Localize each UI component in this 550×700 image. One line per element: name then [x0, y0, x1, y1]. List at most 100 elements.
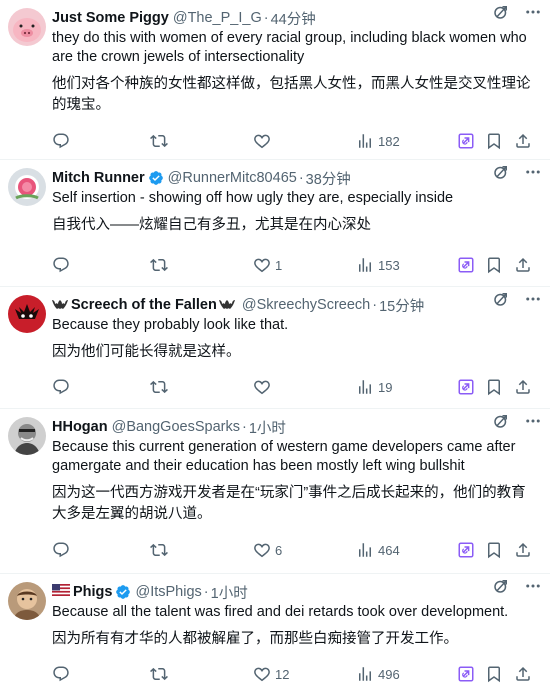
grok-button[interactable]: [457, 256, 475, 274]
like-button[interactable]: 1: [253, 256, 282, 274]
grok-analyze-icon[interactable]: [492, 163, 510, 181]
share-button[interactable]: [514, 256, 532, 274]
display-name[interactable]: Just Some Piggy: [52, 10, 169, 26]
bat-icon: [218, 297, 235, 313]
timestamp[interactable]: 15分钟: [379, 295, 424, 316]
retweet-button[interactable]: [150, 665, 168, 683]
share-button[interactable]: [514, 132, 532, 150]
like-icon: [253, 256, 271, 274]
like-button[interactable]: [253, 132, 275, 150]
verified-icon: [148, 170, 164, 186]
reply-tweet[interactable]: Just Some Piggy @The_P_I_G · 44分钟 they d…: [0, 0, 550, 160]
avatar[interactable]: [8, 582, 46, 620]
like-button[interactable]: 6: [253, 541, 282, 559]
bookmark-button[interactable]: [485, 132, 503, 150]
view-count: 496: [378, 666, 400, 682]
like-icon: [253, 132, 271, 150]
like-button[interactable]: [253, 378, 275, 396]
more-icon[interactable]: [524, 290, 542, 308]
bookmark-icon: [485, 132, 503, 150]
reply-button[interactable]: [52, 378, 70, 396]
display-name[interactable]: HHogan: [52, 419, 108, 435]
like-icon: [253, 541, 271, 559]
share-icon: [514, 256, 532, 274]
grok-analyze-icon[interactable]: [492, 412, 510, 430]
grok-icon: [457, 378, 475, 396]
grok-button[interactable]: [457, 541, 475, 559]
user-handle[interactable]: @RunnerMitc80465: [168, 170, 297, 186]
bookmark-button[interactable]: [485, 665, 503, 683]
avatar[interactable]: [8, 417, 46, 455]
separator-dot: ·: [203, 584, 209, 600]
avatar[interactable]: [8, 8, 46, 46]
share-button[interactable]: [514, 541, 532, 559]
separator-dot: ·: [372, 297, 378, 313]
retweet-button[interactable]: [150, 132, 168, 150]
user-handle[interactable]: @ItsPhigs: [135, 584, 201, 600]
bookmark-button[interactable]: [485, 378, 503, 396]
reply-tweet[interactable]: HHogan @BangGoesSparks · 1小时 Because thi…: [0, 409, 550, 574]
retweet-button[interactable]: [150, 378, 168, 396]
reply-tweet[interactable]: Mitch Runner @RunnerMitc80465 · 38分钟 Sel…: [0, 160, 550, 287]
bookmark-icon: [485, 541, 503, 559]
user-handle[interactable]: @BangGoesSparks: [112, 419, 240, 435]
timestamp[interactable]: 1小时: [249, 417, 286, 438]
grok-icon: [457, 132, 475, 150]
reply-button[interactable]: [52, 132, 70, 150]
grok-icon: [457, 256, 475, 274]
bookmark-icon: [485, 665, 503, 683]
retweet-button[interactable]: [150, 256, 168, 274]
reply-button[interactable]: [52, 665, 70, 683]
more-icon[interactable]: [524, 412, 542, 430]
reply-tweet[interactable]: Phigs @ItsPhigs · 1小时 Because all the ta…: [0, 574, 550, 700]
grok-button[interactable]: [457, 132, 475, 150]
share-button[interactable]: [514, 665, 532, 683]
tweet-translation: 因为所有有才华的人都被解雇了，而那些白痴接管了开发工作。: [52, 631, 458, 647]
more-icon[interactable]: [524, 163, 542, 181]
timestamp[interactable]: 38分钟: [306, 168, 351, 189]
grok-analyze-icon[interactable]: [492, 3, 510, 21]
us-flag-icon: [52, 584, 70, 600]
tweet-text: Because all the talent was fired and dei…: [52, 604, 509, 620]
grok-button[interactable]: [457, 665, 475, 683]
bookmark-button[interactable]: [485, 541, 503, 559]
user-handle[interactable]: @SkreechyScreech: [242, 297, 370, 313]
retweet-icon: [150, 541, 168, 559]
views-button[interactable]: 19: [356, 378, 392, 396]
avatar[interactable]: [8, 295, 46, 333]
retweet-icon: [150, 378, 168, 396]
like-count: 1: [275, 257, 283, 273]
views-button[interactable]: 464: [356, 541, 400, 559]
grok-analyze-icon[interactable]: [492, 290, 510, 308]
view-count: 464: [378, 542, 400, 558]
grok-button[interactable]: [457, 378, 475, 396]
display-name[interactable]: Phigs: [73, 584, 112, 600]
views-button[interactable]: 182: [356, 132, 400, 150]
bookmark-icon: [485, 256, 503, 274]
reply-button[interactable]: [52, 256, 70, 274]
views-button[interactable]: 496: [356, 665, 400, 683]
reply-button[interactable]: [52, 541, 70, 559]
retweet-button[interactable]: [150, 541, 168, 559]
share-button[interactable]: [514, 378, 532, 396]
display-name[interactable]: Screech of the Fallen: [71, 297, 217, 313]
like-button[interactable]: 12: [253, 665, 289, 683]
more-icon[interactable]: [524, 3, 542, 21]
like-icon: [253, 665, 271, 683]
timestamp[interactable]: 1小时: [211, 582, 248, 603]
timestamp[interactable]: 44分钟: [271, 8, 316, 29]
separator-dot: ·: [241, 419, 247, 435]
views-button[interactable]: 153: [356, 256, 400, 274]
tweet-translation: 自我代入——炫耀自己有多丑，尤其是在内心深处: [52, 217, 371, 233]
display-name[interactable]: Mitch Runner: [52, 170, 145, 186]
user-handle[interactable]: @The_P_I_G: [173, 10, 262, 26]
share-icon: [514, 541, 532, 559]
tweet-text: they do this with women of every racial …: [52, 30, 527, 65]
bat-icon: [52, 297, 68, 313]
bookmark-button[interactable]: [485, 256, 503, 274]
views-icon: [356, 541, 374, 559]
avatar[interactable]: [8, 168, 46, 206]
grok-analyze-icon[interactable]: [492, 577, 510, 595]
more-icon[interactable]: [524, 577, 542, 595]
reply-tweet[interactable]: Screech of the Fallen @SkreechyScreech ·…: [0, 287, 550, 409]
